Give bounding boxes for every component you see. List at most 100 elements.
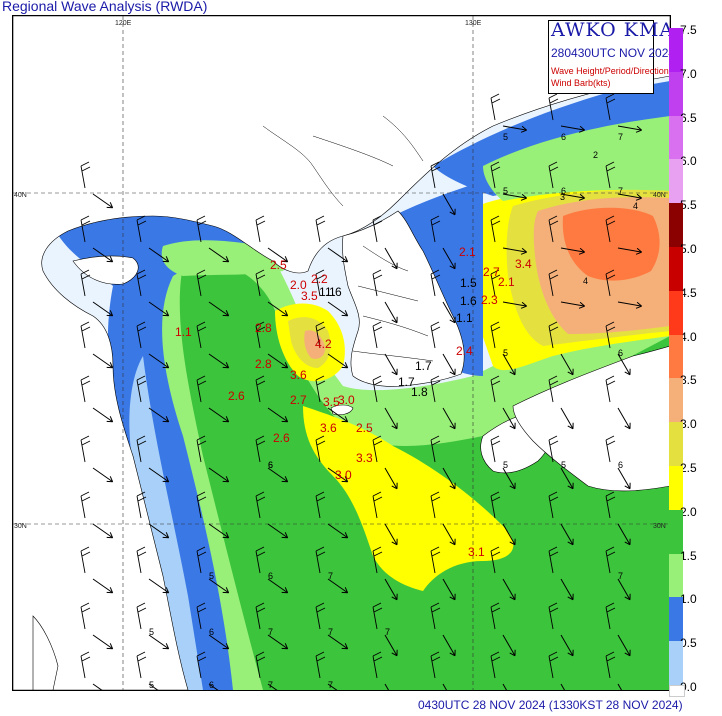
scale-swatch <box>669 334 683 379</box>
wave-height-label: 3.4 <box>515 257 532 271</box>
scale-swatch <box>669 685 685 697</box>
footer-timestamp: 0430UTC 28 NOV 2024 (1330KST 28 NOV 2024… <box>418 698 683 712</box>
wave-height-label: 1.7 <box>415 359 432 373</box>
wave-height-label: 2.1 <box>498 275 515 289</box>
wave-period: 6 <box>268 571 273 581</box>
scale-swatch <box>669 422 683 466</box>
wave-height-label: 2.1 <box>459 245 476 259</box>
wave-period: 7 <box>328 571 333 581</box>
wave-height-label: 2.8 <box>255 357 272 371</box>
scale-swatch <box>669 641 683 685</box>
wave-period: 3 <box>560 192 565 202</box>
wave-period: 6 <box>209 680 214 690</box>
wave-period: 7 <box>618 132 623 142</box>
wave-height-label: 3.0 <box>338 393 355 407</box>
scale-swatch <box>669 597 683 642</box>
wave-height-label: 2.8 <box>255 321 272 335</box>
wave-height-label: 2.7 <box>290 393 307 407</box>
lat-label-40-left: 40N <box>14 192 27 199</box>
wave-period: 6 <box>561 132 566 142</box>
scale-label: 2.0 <box>680 504 697 519</box>
map-svg: 120E 130E 40N 40N 30N 30N 2.5 2.2 2.0 3.… <box>13 16 670 690</box>
wave-period: 6 <box>209 627 214 637</box>
wave-period: 4 <box>633 201 638 211</box>
wave-height-label: 3.6 <box>290 368 307 382</box>
lat-label-40-right: 40N <box>653 192 666 199</box>
scale-swatch <box>669 71 683 116</box>
scale-swatch <box>669 203 683 247</box>
scale-label: 0.0 <box>680 680 697 694</box>
map-title: Regional Wave Analysis (RWDA) <box>2 0 208 14</box>
wave-period: 6 <box>268 460 273 470</box>
scale-label: 7.0 <box>680 66 697 81</box>
wave-period: 2 <box>593 150 598 160</box>
wave-height-label: 2.5 <box>270 258 287 272</box>
wave-height-label: 2.5 <box>356 421 373 435</box>
legend-line2: Wind Barb(kts) <box>551 78 611 88</box>
scale-label: 6.5 <box>680 110 697 125</box>
wave-period: 5 <box>149 680 154 690</box>
lon-label-130: 130E <box>465 20 482 27</box>
scale-swatch <box>669 28 683 72</box>
wave-period: 5 <box>209 571 214 581</box>
wave-height-label: 3.5 <box>323 395 340 409</box>
scale-label: 1.0 <box>680 592 697 607</box>
wave-period: 7 <box>268 627 273 637</box>
wave-period: 5 <box>503 186 508 196</box>
wave-height-label: 1.6 <box>460 294 477 308</box>
scale-label: 2.5 <box>680 461 697 475</box>
legend-time: 280430UTC NOV 2024 <box>551 46 676 60</box>
wave-height-label: 2.6 <box>273 431 290 445</box>
wave-height-label: 1.8 <box>411 385 428 399</box>
scale-swatch <box>669 378 683 423</box>
scale-label: 0.5 <box>680 636 697 651</box>
wave-period: 4 <box>583 276 588 286</box>
wave-height-label: 4.2 <box>315 337 332 351</box>
scale-label: 3.5 <box>680 373 697 388</box>
wave-height-label: 3.0 <box>335 468 352 482</box>
legend-line1: Wave Height/Period/Direction <box>551 66 669 76</box>
wave-height-label: 1.1 <box>175 325 192 339</box>
wave-analysis-map: 120E 130E 40N 40N 30N 30N 2.5 2.2 2.0 3.… <box>12 15 671 691</box>
legend-org: AWKO KMA <box>551 19 675 41</box>
wave-period: 7 <box>385 627 390 637</box>
wave-height-label: 2.4 <box>456 344 473 358</box>
scale-label: 4.0 <box>680 329 697 344</box>
wave-period: 5 <box>503 460 508 470</box>
scale-label: 5.5 <box>680 198 697 213</box>
wave-height-label: 2.6 <box>228 389 245 403</box>
wave-period: 6 <box>618 348 623 358</box>
wave-height-label: 3.5 <box>301 289 318 303</box>
scale-label: 7.5 <box>680 23 697 37</box>
wave-period: 5 <box>503 348 508 358</box>
wave-period: 7 <box>618 571 623 581</box>
wave-height-label: 1.1 <box>456 311 473 325</box>
scale-label: 4.5 <box>680 285 697 300</box>
scale-swatch <box>669 247 683 291</box>
wave-period: 6 <box>618 460 623 470</box>
wave-period: 7 <box>618 186 623 196</box>
wave-height-label: 2.3 <box>481 293 498 307</box>
scale-label: 5.0 <box>680 242 697 256</box>
wave-height-label: 2.2 <box>311 272 328 286</box>
wave-height-label: 1.5 <box>460 276 477 290</box>
scale-label: 3.0 <box>680 417 697 432</box>
scale-swatch <box>669 553 683 598</box>
wave-period: 5 <box>503 132 508 142</box>
wave-height-label: 3.3 <box>356 451 373 465</box>
scale-swatch <box>669 159 683 204</box>
scale-swatch <box>669 290 683 335</box>
scale-swatch <box>669 509 683 554</box>
wave-period: 7 <box>268 680 273 690</box>
wave-period: 7 <box>328 680 333 690</box>
lat-label-30-left: 30N <box>14 523 27 530</box>
wave-height-label: 3.1 <box>468 545 485 559</box>
wave-period: 5 <box>149 627 154 637</box>
wave-height-label: 3.6 <box>320 421 337 435</box>
lon-label-120: 120E <box>115 20 132 27</box>
wave-period: 7 <box>328 627 333 637</box>
scale-swatch <box>669 115 683 160</box>
scale-label: 6.0 <box>680 154 697 169</box>
lat-label-30-right: 30N <box>653 523 666 530</box>
scale-swatch <box>669 466 683 510</box>
